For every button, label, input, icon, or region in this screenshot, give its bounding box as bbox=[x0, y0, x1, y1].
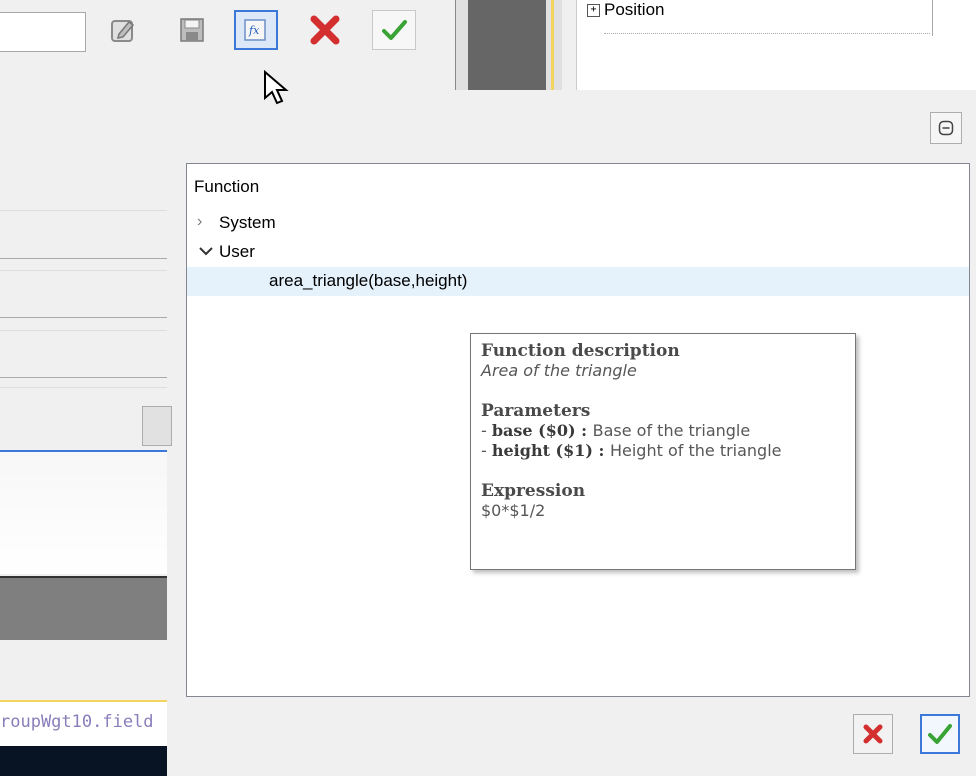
dialog-cancel-button[interactable] bbox=[853, 714, 893, 754]
tooltip-expression: $0*$1/2 bbox=[481, 501, 546, 520]
tree-node-label: area_triangle(base,height) bbox=[269, 271, 468, 290]
dialog-ok-button[interactable] bbox=[920, 714, 960, 754]
tooltip-param: - base ($0) : Base of the triangle bbox=[481, 421, 751, 440]
close-icon bbox=[863, 724, 883, 744]
tooltip-expression-heading: Expression bbox=[481, 481, 586, 501]
tooltip-param: - height ($1) : Height of the triangle bbox=[481, 441, 782, 460]
edit-icon bbox=[111, 20, 135, 42]
check-icon bbox=[928, 724, 952, 744]
save-icon bbox=[180, 18, 204, 42]
divider bbox=[0, 258, 167, 259]
form-button[interactable] bbox=[142, 406, 172, 446]
close-icon bbox=[310, 15, 340, 45]
mouse-cursor-icon bbox=[264, 70, 289, 105]
expand-icon[interactable]: + bbox=[587, 4, 600, 17]
field-reference[interactable]: roupWgt10.field bbox=[0, 700, 167, 748]
minus-circle-icon bbox=[938, 120, 954, 136]
tooltip-title: Function description bbox=[481, 341, 680, 361]
property-position-label[interactable]: Position bbox=[604, 0, 664, 20]
function-button[interactable]: fx bbox=[234, 10, 278, 50]
divider bbox=[0, 210, 167, 211]
tree-node-label: System bbox=[219, 213, 276, 232]
edit-button[interactable] bbox=[101, 10, 145, 50]
divider bbox=[0, 317, 167, 318]
svg-text:fx: fx bbox=[248, 24, 260, 37]
cancel-button[interactable] bbox=[303, 10, 347, 50]
divider bbox=[0, 330, 167, 331]
tree-node-label: User bbox=[219, 242, 255, 261]
chevron-down-icon[interactable] bbox=[199, 246, 213, 256]
panel-header: Function bbox=[194, 177, 260, 196]
preview-bar bbox=[0, 576, 167, 640]
form-area bbox=[0, 452, 167, 574]
function-tooltip: Function description Area of the triangl… bbox=[470, 333, 856, 570]
tree-node-system[interactable]: › System bbox=[187, 211, 587, 237]
divider bbox=[0, 387, 167, 388]
text-input[interactable] bbox=[0, 12, 86, 52]
chevron-right-icon[interactable]: › bbox=[197, 213, 202, 231]
divider bbox=[604, 33, 930, 34]
collapse-button[interactable] bbox=[930, 112, 962, 144]
divider bbox=[0, 377, 167, 378]
dark-strip bbox=[0, 746, 167, 776]
save-button[interactable] bbox=[170, 10, 214, 50]
function-icon: fx bbox=[244, 19, 266, 41]
tooltip-params-heading: Parameters bbox=[481, 401, 591, 421]
preview-pane bbox=[455, 0, 562, 90]
tree-node-area-triangle[interactable]: area_triangle(base,height) bbox=[187, 267, 969, 296]
divider bbox=[0, 270, 167, 271]
tooltip-description: Area of the triangle bbox=[481, 361, 637, 380]
column-divider bbox=[932, 0, 933, 36]
check-icon bbox=[382, 20, 407, 40]
tree-node-user[interactable]: User bbox=[187, 240, 587, 266]
confirm-button[interactable] bbox=[372, 10, 416, 50]
